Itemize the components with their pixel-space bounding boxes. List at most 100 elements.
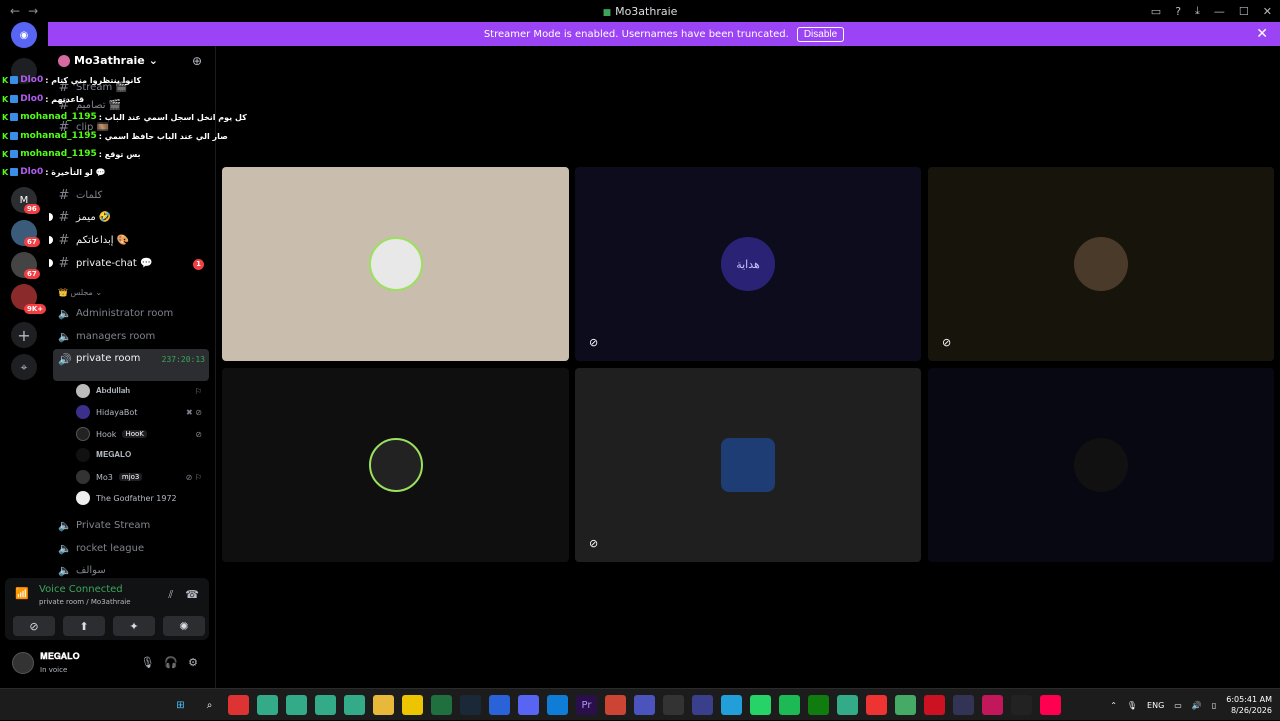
- back-arrow-icon[interactable]: ←: [10, 4, 20, 18]
- tiktok-icon[interactable]: [1040, 695, 1061, 715]
- excel-icon[interactable]: [431, 695, 452, 715]
- app-icon[interactable]: [489, 695, 510, 715]
- volume-icon[interactable]: 🔊: [1192, 701, 1202, 710]
- server-header[interactable]: Mo3athraie ⌄: [58, 54, 158, 67]
- start-icon[interactable]: ⊞: [170, 695, 191, 715]
- unread-indicator: [49, 259, 53, 267]
- voice-channel-active[interactable]: 🔊 private room 237:20:13: [53, 349, 209, 381]
- app-icon[interactable]: [402, 695, 423, 715]
- minimize-button[interactable]: —: [1214, 5, 1225, 18]
- voice-member[interactable]: 𝐀𝐛𝐝𝐮𝐥𝐥𝐚𝐡 ⚐: [76, 382, 206, 400]
- voice-connected-panel: 📶 Voice Connected private room / Mo3athr…: [5, 578, 209, 640]
- voice-status-subtitle[interactable]: private room / Mo3athraie: [39, 598, 131, 606]
- voice-channel-item[interactable]: 🔈 Private Stream: [58, 516, 150, 534]
- app-icon[interactable]: [982, 695, 1003, 715]
- chrome-icon[interactable]: [315, 695, 336, 715]
- voice-channel-item[interactable]: 🔈 managers room: [58, 327, 155, 345]
- voice-member[interactable]: 𝐌𝐄𝐆𝐀𝐋𝐎: [76, 446, 206, 464]
- banner-message: Streamer Mode is enabled. Usernames have…: [483, 28, 789, 40]
- video-tile[interactable]: هداية ⊘: [575, 167, 921, 361]
- muted-icon: ⊘: [942, 336, 952, 349]
- file-explorer-icon[interactable]: [373, 695, 394, 715]
- avatar: [76, 470, 90, 484]
- spotify-icon[interactable]: [779, 695, 800, 715]
- voice-channel-item[interactable]: 🔈 Administrator room: [58, 304, 173, 322]
- voice-member[interactable]: The Godfather 1972: [76, 489, 206, 507]
- signal-icon[interactable]: 📶: [15, 587, 29, 600]
- whatsapp-icon[interactable]: [750, 695, 771, 715]
- video-tile[interactable]: [222, 368, 569, 562]
- add-server-icon[interactable]: +: [11, 322, 37, 348]
- channel-item[interactable]: # كلمات: [58, 186, 103, 204]
- kick-icon: K: [2, 149, 9, 159]
- video-tile[interactable]: [928, 368, 1274, 562]
- video-tile[interactable]: ⊘: [928, 167, 1274, 361]
- app-icon[interactable]: [924, 695, 945, 715]
- streamer-mode-banner: Streamer Mode is enabled. Usernames have…: [48, 22, 1280, 46]
- clock[interactable]: 6:05:41 AM 8/26/2026: [1226, 694, 1272, 716]
- voice-channel-item[interactable]: 🔈 سوالف: [58, 561, 106, 579]
- microphone-icon[interactable]: 🎙: [1127, 701, 1137, 710]
- channel-item[interactable]: # ميمز 🤣: [49, 208, 111, 226]
- download-icon[interactable]: ⤓: [1195, 4, 1200, 18]
- soundboard-button[interactable]: ✺: [163, 616, 205, 636]
- display-icon[interactable]: ▭: [1174, 701, 1182, 710]
- category-header[interactable]: 👑 مجلس ⌄: [58, 288, 102, 297]
- app-icon[interactable]: [692, 695, 713, 715]
- xbox-icon[interactable]: [808, 695, 829, 715]
- close-icon[interactable]: ✕: [1256, 26, 1268, 42]
- voice-member[interactable]: Hook HooK ⊘: [76, 425, 206, 443]
- video-tile[interactable]: [222, 167, 569, 361]
- video-tile[interactable]: ⊘: [575, 368, 921, 562]
- app-icon[interactable]: [895, 695, 916, 715]
- chrome-icon[interactable]: [837, 695, 858, 715]
- explore-icon[interactable]: ⌖: [11, 354, 37, 380]
- app-icon[interactable]: [953, 695, 974, 715]
- noise-suppression-icon[interactable]: ⫽: [168, 588, 173, 602]
- screen-share-button[interactable]: ⬆: [63, 616, 105, 636]
- disconnect-icon[interactable]: ☎: [185, 588, 199, 602]
- discord-icon[interactable]: [518, 695, 539, 715]
- activities-button[interactable]: ✦: [113, 616, 155, 636]
- disable-button[interactable]: Disable: [796, 26, 845, 42]
- avatar[interactable]: [12, 652, 34, 674]
- chrome-icon[interactable]: [228, 695, 249, 715]
- voice-channel-item[interactable]: 🔈 rocket league: [58, 539, 144, 557]
- microphone-icon[interactable]: 🎙: [140, 656, 154, 669]
- obs-icon[interactable]: [663, 695, 684, 715]
- maximize-button[interactable]: ☐: [1239, 5, 1249, 18]
- chevron-up-icon[interactable]: ⌃: [1110, 701, 1117, 710]
- discord-home-icon[interactable]: ◉: [11, 22, 37, 48]
- voice-member[interactable]: Mo3 mjo3 ⊘ ⚐: [76, 468, 206, 486]
- chrome-icon[interactable]: [286, 695, 307, 715]
- person-add-icon[interactable]: ⊕: [192, 54, 202, 68]
- teams-icon[interactable]: [634, 695, 655, 715]
- battery-icon[interactable]: ▯: [1212, 701, 1216, 710]
- headphones-icon[interactable]: 🎧: [164, 656, 178, 669]
- app-icon[interactable]: [866, 695, 887, 715]
- help-icon[interactable]: ?: [1175, 5, 1181, 18]
- capcut-icon[interactable]: [1011, 695, 1032, 715]
- steam-icon[interactable]: [460, 695, 481, 715]
- forward-arrow-icon[interactable]: →: [28, 4, 38, 18]
- channel-item-private-chat[interactable]: # private-chat 💬: [49, 254, 152, 272]
- kick-icon: K: [2, 94, 9, 104]
- search-icon[interactable]: ⌕: [199, 695, 220, 715]
- app-icon[interactable]: [605, 695, 626, 715]
- voice-status-title[interactable]: Voice Connected: [39, 584, 123, 595]
- telegram-icon[interactable]: [721, 695, 742, 715]
- language-indicator[interactable]: ENG: [1147, 701, 1164, 710]
- channel-item[interactable]: # إبداعاتكم 🎨: [49, 231, 129, 249]
- edge-icon[interactable]: [547, 695, 568, 715]
- chrome-icon[interactable]: [344, 695, 365, 715]
- premiere-icon[interactable]: Pr: [576, 695, 597, 715]
- kick-icon: K: [2, 75, 9, 85]
- username[interactable]: 𝐌𝐄𝐆𝐀𝐋𝐎: [40, 652, 80, 662]
- camera-off-button[interactable]: ⊘: [13, 616, 55, 636]
- chrome-icon[interactable]: [257, 695, 278, 715]
- inbox-icon[interactable]: ▭: [1151, 5, 1161, 18]
- close-button[interactable]: ✕: [1263, 5, 1272, 18]
- gear-icon[interactable]: ⚙: [188, 656, 198, 669]
- voice-member[interactable]: HidayaBot ✖ ⊘: [76, 403, 206, 421]
- call-timer: 237:20:13: [161, 355, 205, 364]
